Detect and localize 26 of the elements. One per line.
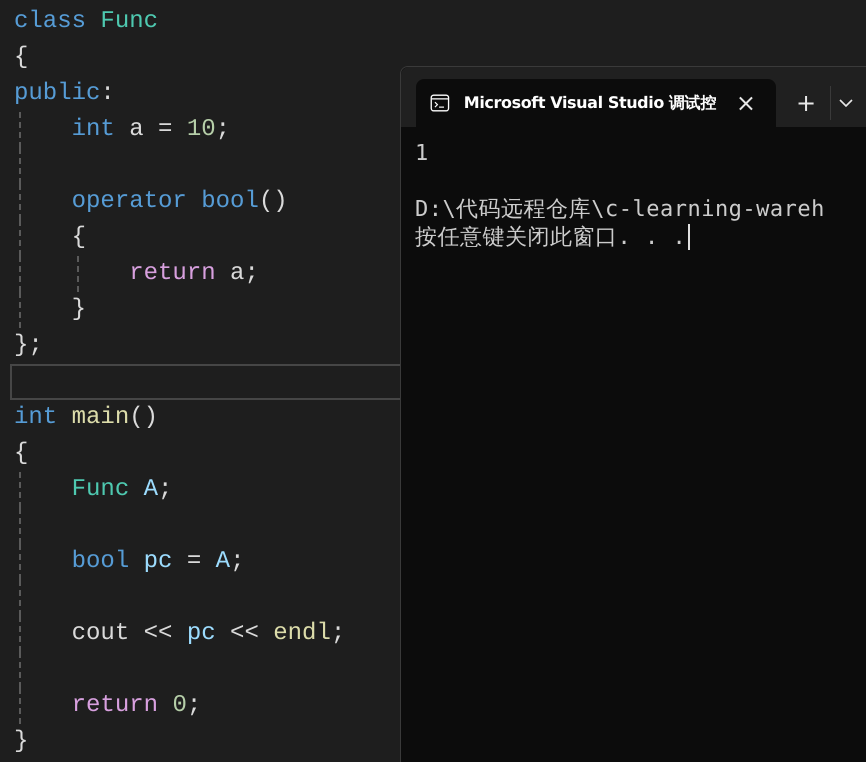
code-line: { <box>14 439 28 469</box>
code-line: }; <box>14 331 43 361</box>
code-line: } <box>14 727 28 757</box>
code-line: cout << pc << endl; <box>70 619 346 649</box>
text-cursor <box>688 224 690 250</box>
terminal-tab[interactable]: Microsoft Visual Studio 调试控 × <box>416 79 776 127</box>
code-line: return a; <box>128 259 259 289</box>
code-line: class Func <box>14 7 158 37</box>
close-tab-button[interactable]: × <box>730 91 762 115</box>
console-output-line: 1 <box>415 140 429 166</box>
code-line: Func A; <box>70 475 172 505</box>
code-line: bool pc = A; <box>70 547 244 577</box>
code-line: int a = 10; <box>70 115 230 145</box>
code-line: { <box>14 43 28 73</box>
code-line: public: <box>14 79 115 109</box>
code-line: operator bool() <box>70 187 288 217</box>
code-line: } <box>70 295 86 325</box>
tab-title: Microsoft Visual Studio 调试控 <box>464 92 716 114</box>
console-output-line: D:\代码远程仓库\c-learning-wareh <box>415 196 825 224</box>
code-line: int main() <box>14 403 158 433</box>
dropdown-icon[interactable] <box>839 99 854 107</box>
terminal-icon <box>430 92 450 114</box>
new-tab-button[interactable]: + <box>790 91 822 115</box>
console-output-line: 按任意键关闭此窗口. . . <box>415 224 686 252</box>
code-line: return 0; <box>70 691 202 721</box>
code-line: { <box>70 223 86 253</box>
